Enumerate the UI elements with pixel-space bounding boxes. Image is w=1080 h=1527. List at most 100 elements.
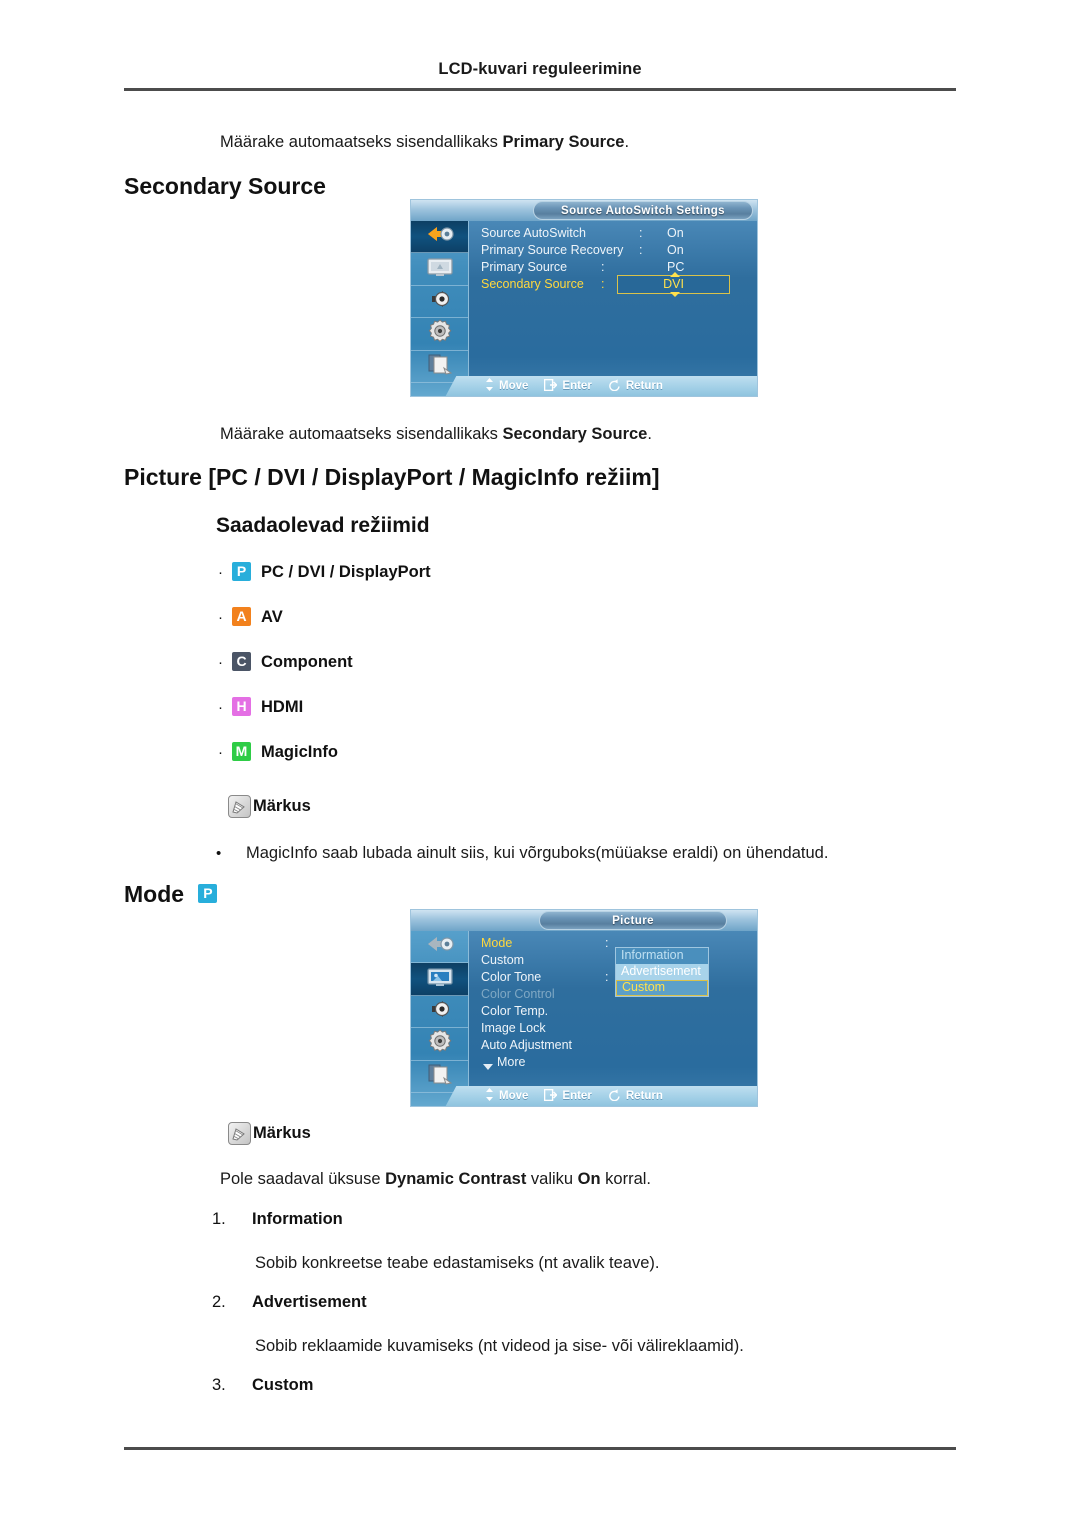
note-heading-2: Märkus	[228, 1122, 311, 1145]
osd-nav-label: Move	[499, 1090, 529, 1102]
rail-item-sound[interactable]	[411, 996, 468, 1029]
osd-row-secondary-source[interactable]: Secondary Source : DVI	[481, 272, 751, 297]
osd-row-colon: :	[605, 936, 609, 950]
mode-label: Component	[261, 653, 353, 671]
mode-label: HDMI	[261, 698, 304, 716]
note-1-bullet-text: MagicInfo saab lubada ainult siis, kui v…	[246, 844, 829, 862]
mode-label: PC / DVI / DisplayPort	[261, 563, 431, 581]
osd-row-color-temp[interactable]: Color Temp.	[481, 1004, 751, 1021]
rail-item-sound[interactable]	[411, 286, 468, 319]
heading-secondary-source: Secondary Source	[124, 173, 326, 199]
caption-text-bold: Secondary Source	[502, 425, 648, 443]
bullet-icon: ·	[218, 744, 223, 761]
note-label: Märkus	[253, 797, 311, 815]
mode-item-label: Advertisement	[252, 1293, 367, 1311]
picture-icon	[425, 966, 455, 993]
arrow-down-icon[interactable]	[670, 292, 680, 297]
dropdown-item-custom[interactable]: Custom	[616, 980, 708, 996]
osd-row-label: Color Control	[481, 987, 555, 1001]
rail-item-setup[interactable]	[411, 318, 468, 351]
move-updown-icon	[485, 378, 494, 394]
dropdown-item-advertisement[interactable]: Advertisement	[616, 964, 708, 980]
note-1-bullet: • MagicInfo saab lubada ainult siis, kui…	[216, 842, 828, 864]
rail-item-picture[interactable]	[411, 963, 468, 996]
sound-icon	[427, 998, 453, 1025]
osd-nav-enter[interactable]: Enter	[544, 378, 592, 394]
osd-title-picture: Picture	[539, 911, 727, 930]
mode-label: AV	[261, 608, 283, 626]
bullet-icon: ·	[218, 654, 223, 671]
mode-item-index: 3.	[212, 1376, 226, 1394]
osd-row-label: Auto Adjustment	[481, 1038, 573, 1052]
heading-mode-label: Mode	[124, 881, 185, 907]
mode-label: MagicInfo	[261, 743, 338, 761]
osd-nav-move[interactable]: Move	[485, 378, 528, 394]
pc-source-badge-icon: P	[232, 562, 251, 581]
osd-row-more[interactable]: More	[481, 1055, 751, 1072]
note-2-mid: valiku	[526, 1170, 578, 1188]
osd-row-colon: :	[639, 226, 643, 240]
note-2-bold-dynamic-contrast: Dynamic Contrast	[385, 1170, 527, 1188]
osd-row-primary-source-recovery[interactable]: Primary Source Recovery : On	[481, 243, 751, 260]
rail-item-picture[interactable]	[411, 253, 468, 286]
rail-item-setup[interactable]	[411, 1028, 468, 1061]
mode-item-1: 1. Information	[212, 1210, 343, 1229]
heading-mode: Mode P	[124, 881, 218, 908]
chevron-down-icon	[483, 1060, 493, 1074]
mode-list-item-pc: · P PC / DVI / DisplayPort	[218, 562, 431, 582]
note-pencil-icon	[228, 795, 251, 818]
rail-item-input-source[interactable]	[411, 931, 468, 964]
document-page: LCD-kuvari reguleerimine Määrake automaa…	[0, 0, 1080, 1527]
move-updown-icon	[485, 1088, 494, 1104]
mode-item-index: 2.	[212, 1293, 226, 1311]
secondary-source-caption: Määrake automaatseks sisendallikaks Seco…	[220, 423, 652, 445]
component-source-badge-icon: C	[232, 652, 251, 671]
osd-nav-label: Return	[625, 1090, 663, 1102]
bullet-icon: ·	[218, 699, 223, 716]
osd-dropdown-mode[interactable]: Information Advertisement Custom	[615, 947, 709, 997]
pc-source-badge-icon: P	[198, 884, 218, 904]
page-header-title: LCD-kuvari reguleerimine	[438, 60, 642, 78]
arrow-up-icon[interactable]	[670, 272, 680, 277]
osd-row-colon: :	[605, 970, 609, 984]
osd-row-colon: :	[601, 260, 605, 274]
osd-row-label: Secondary Source	[481, 277, 584, 291]
osd-nav-return[interactable]: Return	[608, 378, 663, 394]
osd-row-colon: :	[601, 277, 605, 291]
osd-row-source-autoswitch[interactable]: Source AutoSwitch : On	[481, 226, 751, 243]
osd-selected-value: DVI	[663, 277, 684, 291]
osd-nav-label: Move	[499, 380, 529, 392]
osd-value-selector-secondary-source[interactable]: DVI	[617, 272, 730, 297]
osd-nav-move[interactable]: Move	[485, 1088, 528, 1104]
dropdown-item-information[interactable]: Information	[616, 948, 708, 964]
bullet-icon: •	[216, 844, 222, 862]
setup-gear-icon	[427, 1029, 453, 1058]
osd-nav-enter[interactable]: Enter	[544, 1088, 592, 1104]
osd-row-auto-adjustment[interactable]: Auto Adjustment	[481, 1038, 751, 1055]
osd-row-label: Color Temp.	[481, 1004, 549, 1018]
osd-navbar-picture: Move Enter Return	[469, 1086, 757, 1106]
return-icon	[608, 378, 621, 394]
av-source-badge-icon: A	[232, 607, 251, 626]
osd-source-autoswitch: Source AutoSwitch Settings Source AutoSw…	[410, 199, 758, 397]
sound-icon	[427, 288, 453, 315]
osd-nav-return[interactable]: Return	[608, 1088, 663, 1104]
osd-row-label: Custom	[481, 953, 525, 967]
caption-text-pre: Määrake automaatseks sisendallikaks	[220, 425, 503, 443]
osd-row-image-lock[interactable]: Image Lock	[481, 1021, 751, 1038]
multi-control-icon	[426, 352, 454, 381]
note-heading-1: Märkus	[228, 795, 311, 818]
multi-control-icon	[426, 1062, 454, 1091]
header-divider	[124, 88, 956, 91]
note-2-bold-on: On	[577, 1170, 601, 1188]
caption-text-post: .	[647, 425, 652, 443]
mode-list-item-av: · A AV	[218, 607, 283, 627]
osd-nav-label: Return	[625, 380, 663, 392]
osd-nav-label: Enter	[562, 380, 592, 392]
mode-list-item-component: · C Component	[218, 652, 353, 672]
rail-item-input-source[interactable]	[411, 221, 468, 254]
mode-item-2-desc: Sobib reklaamide kuvamiseks (nt videod j…	[255, 1337, 744, 1355]
enter-icon	[544, 378, 558, 394]
magicinfo-source-badge-icon: M	[232, 742, 251, 761]
intro-paragraph: Määrake automaatseks sisendallikaks Prim…	[220, 131, 629, 153]
